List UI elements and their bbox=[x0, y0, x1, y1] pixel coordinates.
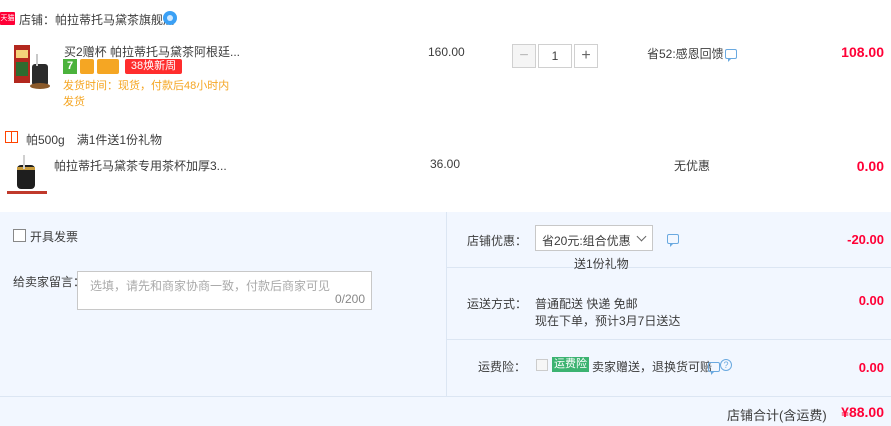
total-label: 店铺合计(含运费) bbox=[727, 408, 827, 423]
seller-note-input[interactable]: 选填，请先和商家协商一致，付款后商家可见 0/200 bbox=[77, 271, 372, 310]
quantity-decrease-button[interactable]: − bbox=[512, 44, 536, 68]
invoice-badge-icon bbox=[80, 59, 94, 74]
quantity-increase-button[interactable]: + bbox=[574, 44, 598, 68]
help-icon[interactable]: ? bbox=[720, 359, 732, 371]
order-summary: 开具发票 给卖家留言： 选填，请先和商家协商一致，付款后商家可见 0/200 店… bbox=[0, 212, 891, 426]
invoice-checkbox[interactable] bbox=[13, 229, 26, 242]
note-placeholder: 选填，请先和商家协商一致，付款后商家可见 bbox=[90, 279, 331, 293]
store-total-row: 店铺合计(含运费) ¥88.00 bbox=[0, 396, 891, 426]
shipping-amount: 0.00 bbox=[858, 293, 884, 308]
wangwang-chat-icon[interactable] bbox=[163, 11, 177, 25]
shipping-eta: 现在下单，预计3月7日送达 bbox=[535, 314, 681, 328]
insurance-label: 运费险： bbox=[478, 360, 527, 374]
product-image[interactable] bbox=[6, 42, 56, 92]
shipping-method: 普通配送 快递 免邮 bbox=[535, 297, 638, 311]
delivery-time: 发货时间：现货，付款后48小时内发货 bbox=[63, 80, 230, 108]
item-discount: 省52:感恩回馈 bbox=[647, 47, 724, 61]
message-icon[interactable] bbox=[725, 49, 737, 62]
item-subtotal: 0.00 bbox=[856, 158, 884, 174]
promo-event-badge: 38焕新周 bbox=[125, 59, 182, 74]
promo-amount: -20.00 bbox=[847, 232, 884, 247]
store-name-link[interactable]: 店铺：帕拉蒂托马黛茶旗舰店 bbox=[19, 11, 175, 28]
unit-price: 160.00 bbox=[428, 45, 465, 59]
tmall-badge-icon: 天猫 bbox=[0, 12, 15, 25]
gift-icon bbox=[5, 131, 18, 143]
insurance-badge: 运费险 bbox=[552, 357, 589, 372]
total-amount: ¥88.00 bbox=[841, 404, 884, 420]
insurance-amount: 0.00 bbox=[858, 360, 884, 375]
quantity-input[interactable]: 1 bbox=[538, 44, 572, 68]
promo-selected-value: 省20元:组合优惠 bbox=[542, 234, 631, 248]
gift-row: 帕500g 满1件送1份礼物 bbox=[0, 128, 891, 148]
store-header: 天猫 店铺：帕拉蒂托马黛茶旗舰店 bbox=[0, 0, 891, 36]
product-title-link[interactable]: 帕拉蒂托马黛茶专用茶杯加厚3... bbox=[54, 157, 227, 174]
unit-price: 36.00 bbox=[430, 157, 461, 171]
item-subtotal: 108.00 bbox=[841, 44, 884, 60]
note-label: 给卖家留言： bbox=[13, 275, 86, 289]
seven-day-return-badge: 7 bbox=[63, 59, 77, 74]
insurance-checkbox[interactable] bbox=[536, 359, 548, 371]
promo-select[interactable]: 省20元:组合优惠 bbox=[535, 225, 653, 251]
credit-card-badge-icon bbox=[97, 59, 119, 74]
quantity-stepper: − 1 + bbox=[512, 44, 598, 68]
promo-gift-note: 送1份礼物 bbox=[574, 257, 629, 271]
message-icon[interactable] bbox=[708, 362, 720, 375]
note-char-count: 0/200 bbox=[334, 292, 365, 306]
cart-item: 买2赠杯 帕拉蒂托马黛茶阿根廷... 7 38焕新周 发货时间：现货，付款后48… bbox=[0, 36, 891, 120]
promo-label: 店铺优惠： bbox=[467, 234, 528, 248]
divider bbox=[446, 212, 447, 396]
chevron-down-icon bbox=[636, 231, 647, 242]
shipping-label: 运送方式： bbox=[467, 297, 528, 311]
cart-item: 帕拉蒂托马黛茶专用茶杯加厚3... 36.00 无优惠 0.00 bbox=[0, 148, 891, 204]
insurance-text: 卖家赠送，退换货可赔 bbox=[592, 360, 713, 374]
product-title-link[interactable]: 买2赠杯 帕拉蒂托马黛茶阿根廷... bbox=[64, 43, 240, 60]
invoice-label: 开具发票 bbox=[30, 230, 79, 244]
divider bbox=[446, 267, 891, 268]
item-discount: 无优惠 bbox=[674, 159, 711, 173]
product-image[interactable] bbox=[3, 153, 51, 197]
divider bbox=[446, 339, 891, 340]
message-icon[interactable] bbox=[667, 234, 679, 247]
gift-text: 帕500g 满1件送1份礼物 bbox=[26, 133, 163, 147]
